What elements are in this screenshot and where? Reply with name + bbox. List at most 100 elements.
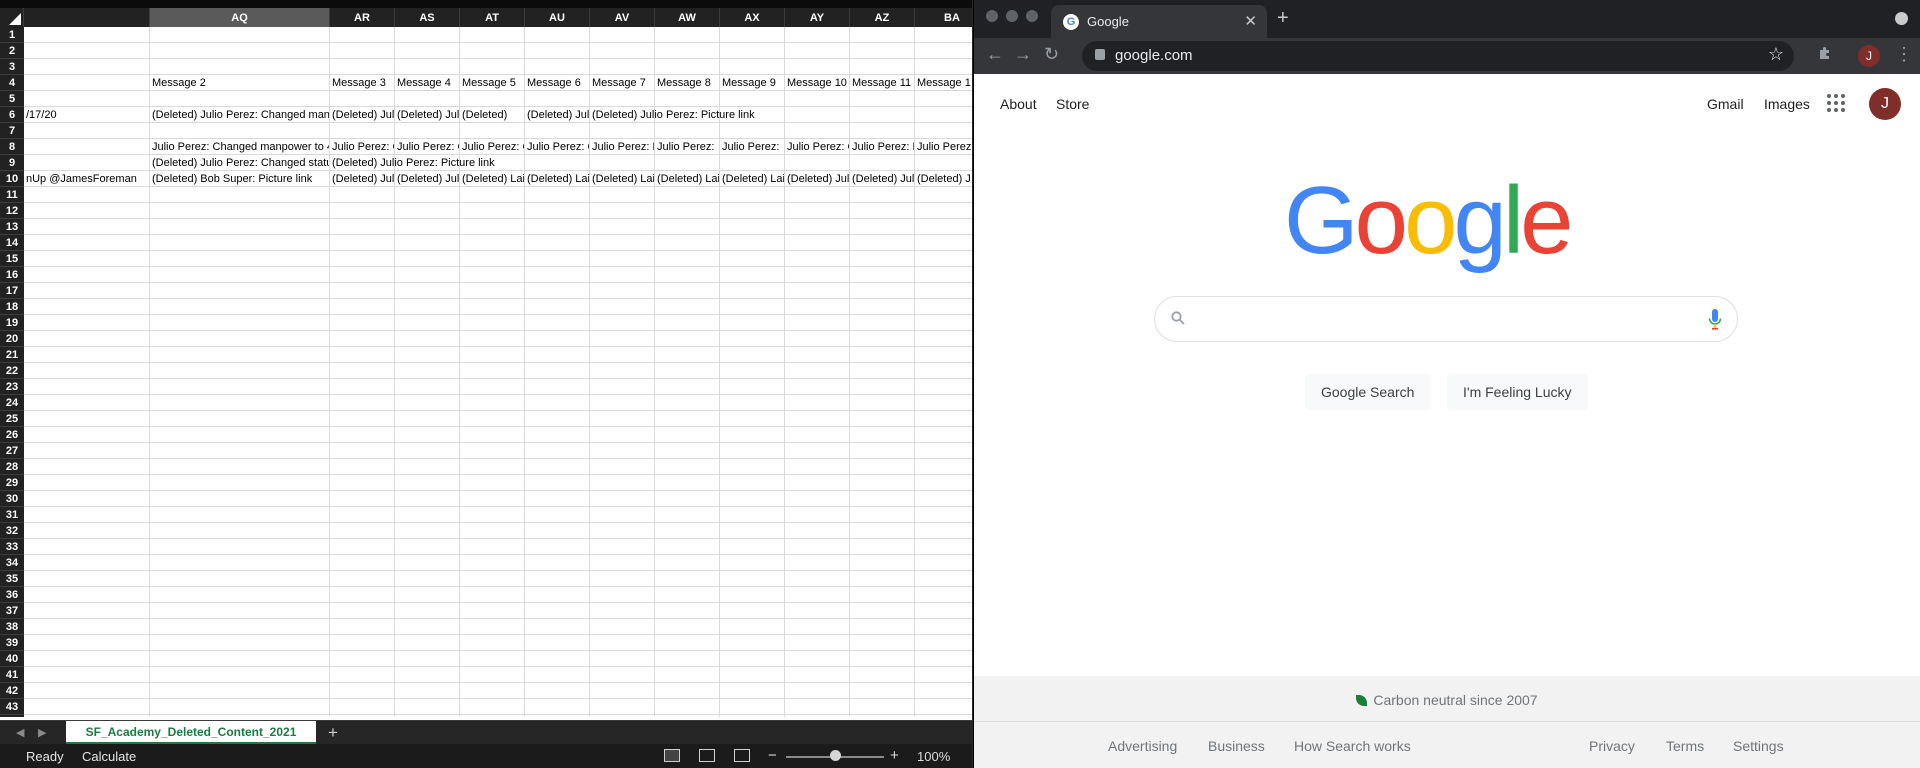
row-header[interactable]: 5 bbox=[0, 91, 24, 107]
footer-link-how-search-works[interactable]: How Search works bbox=[1294, 738, 1411, 754]
new-tab-button[interactable]: + bbox=[1277, 7, 1289, 30]
bookmark-star-icon[interactable]: ☆ bbox=[1768, 44, 1784, 65]
zoom-in-button[interactable]: + bbox=[890, 747, 899, 764]
prev-sheet-icon[interactable]: ◀ bbox=[16, 726, 24, 739]
table-cell[interactable]: (Deleted) Jul bbox=[330, 107, 394, 123]
table-cell[interactable]: Message 11 bbox=[850, 75, 914, 91]
table-cell[interactable]: (Deleted) Julio Perez: Picture link bbox=[330, 155, 972, 171]
row-header[interactable]: 7 bbox=[0, 123, 24, 139]
address-bar[interactable]: google.com ☆ bbox=[1082, 41, 1794, 71]
row-header[interactable]: 11 bbox=[0, 187, 24, 203]
google-search-button[interactable]: Google Search bbox=[1305, 374, 1431, 410]
table-cell[interactable]: /17/20 bbox=[24, 107, 149, 123]
column-header[interactable]: AT bbox=[460, 8, 525, 27]
table-cell[interactable]: (Deleted) J bbox=[915, 171, 972, 187]
table-cell[interactable]: Message 6 bbox=[525, 75, 589, 91]
forward-icon[interactable]: → bbox=[1014, 44, 1032, 65]
images-link[interactable]: Images bbox=[1764, 96, 1810, 112]
table-cell[interactable]: Julio Perez: F bbox=[850, 139, 914, 155]
column-header[interactable] bbox=[24, 8, 150, 27]
back-icon[interactable]: ← bbox=[986, 44, 1004, 65]
row-header[interactable]: 39 bbox=[0, 635, 24, 651]
footer-link-privacy[interactable]: Privacy bbox=[1589, 738, 1635, 754]
table-cell[interactable]: Message 4 bbox=[395, 75, 459, 91]
google-apps-icon[interactable] bbox=[1827, 94, 1845, 112]
table-cell[interactable]: (Deleted) Julio Perez: Picture link bbox=[590, 107, 972, 123]
row-header[interactable]: 18 bbox=[0, 299, 24, 315]
table-cell[interactable]: Message 7 bbox=[590, 75, 654, 91]
row-header[interactable]: 42 bbox=[0, 683, 24, 699]
column-header[interactable]: AX bbox=[720, 8, 785, 27]
tab-close-icon[interactable]: ✕ bbox=[1244, 12, 1257, 30]
table-cell[interactable]: (Deleted) Jul bbox=[525, 107, 589, 123]
row-header[interactable]: 28 bbox=[0, 459, 24, 475]
store-link[interactable]: Store bbox=[1056, 96, 1089, 112]
footer-link-business[interactable]: Business bbox=[1208, 738, 1265, 754]
zoom-slider-thumb[interactable] bbox=[829, 750, 841, 761]
table-cell[interactable]: Julio Perez: bbox=[655, 139, 719, 155]
gmail-link[interactable]: Gmail bbox=[1707, 96, 1744, 112]
about-link[interactable]: About bbox=[1000, 96, 1037, 112]
table-cell[interactable]: Message 3 bbox=[330, 75, 394, 91]
table-cell[interactable]: Message 5 bbox=[460, 75, 524, 91]
row-header[interactable]: 31 bbox=[0, 507, 24, 523]
row-header[interactable]: 8 bbox=[0, 139, 24, 155]
row-header[interactable]: 17 bbox=[0, 283, 24, 299]
row-header[interactable]: 19 bbox=[0, 315, 24, 331]
table-cell[interactable]: Julio Perez: C bbox=[395, 139, 459, 155]
table-cell[interactable]: Julio Perez: C bbox=[460, 139, 524, 155]
row-header[interactable]: 27 bbox=[0, 443, 24, 459]
row-header[interactable]: 14 bbox=[0, 235, 24, 251]
select-all-corner[interactable] bbox=[0, 8, 24, 27]
normal-view-icon[interactable] bbox=[664, 749, 680, 762]
tab-google[interactable]: G Google ✕ bbox=[1051, 5, 1267, 38]
row-header[interactable]: 2 bbox=[0, 43, 24, 59]
table-cell[interactable]: Julio Perez: bbox=[720, 139, 784, 155]
table-cell[interactable]: Message 9 bbox=[720, 75, 784, 91]
row-header[interactable]: 10 bbox=[0, 171, 24, 187]
row-header[interactable]: 23 bbox=[0, 379, 24, 395]
table-cell[interactable]: (Deleted) bbox=[460, 107, 524, 123]
table-cell[interactable]: (Deleted) Jul bbox=[330, 171, 394, 187]
row-header[interactable]: 29 bbox=[0, 475, 24, 491]
table-cell[interactable]: (Deleted) Lai bbox=[720, 171, 784, 187]
table-cell[interactable]: (Deleted) Lai bbox=[590, 171, 654, 187]
column-header[interactable]: AV bbox=[590, 8, 655, 27]
sheet-tab-active[interactable]: SF_Academy_Deleted_Content_2021 bbox=[66, 721, 316, 744]
table-cell[interactable]: (Deleted) Lai bbox=[460, 171, 524, 187]
row-header[interactable]: 24 bbox=[0, 395, 24, 411]
row-header[interactable]: 13 bbox=[0, 219, 24, 235]
row-header[interactable]: 3 bbox=[0, 59, 24, 75]
column-header[interactable]: AW bbox=[655, 8, 720, 27]
table-cell[interactable]: Julio Perez: bbox=[915, 139, 972, 155]
feeling-lucky-button[interactable]: I'm Feeling Lucky bbox=[1447, 374, 1588, 410]
row-header[interactable]: 12 bbox=[0, 203, 24, 219]
table-cell[interactable]: (Deleted) Jul bbox=[850, 171, 914, 187]
row-header[interactable]: 35 bbox=[0, 571, 24, 587]
profile-avatar-small[interactable]: J bbox=[1858, 45, 1880, 67]
column-header[interactable]: AQ bbox=[150, 8, 330, 27]
table-cell[interactable]: (Deleted) Jul bbox=[395, 171, 459, 187]
add-sheet-button[interactable]: + bbox=[328, 723, 338, 743]
status-calculate[interactable]: Calculate bbox=[82, 749, 136, 764]
row-header[interactable]: 43 bbox=[0, 699, 24, 715]
table-cell[interactable]: Message 2 bbox=[150, 75, 329, 91]
table-cell[interactable]: (Deleted) Bob Super: Picture link bbox=[150, 171, 329, 187]
row-header[interactable]: 41 bbox=[0, 667, 24, 683]
page-layout-view-icon[interactable] bbox=[699, 749, 715, 762]
table-cell[interactable]: (Deleted) Julio Perez: Changed statu bbox=[150, 155, 329, 171]
row-header[interactable]: 30 bbox=[0, 491, 24, 507]
search-box[interactable] bbox=[1154, 296, 1738, 342]
browser-menu-icon[interactable]: ⋮ bbox=[1895, 44, 1913, 65]
table-cell[interactable]: (Deleted) Jul bbox=[395, 107, 459, 123]
row-header[interactable]: 21 bbox=[0, 347, 24, 363]
row-header[interactable]: 26 bbox=[0, 427, 24, 443]
footer-link-advertising[interactable]: Advertising bbox=[1108, 738, 1177, 754]
table-cell[interactable]: Julio Perez: F bbox=[590, 139, 654, 155]
row-header[interactable]: 34 bbox=[0, 555, 24, 571]
url-text[interactable]: google.com bbox=[1115, 47, 1193, 64]
table-cell[interactable]: Message 1 bbox=[915, 75, 972, 91]
row-header[interactable]: 22 bbox=[0, 363, 24, 379]
table-cell[interactable]: Julio Perez: C bbox=[785, 139, 849, 155]
tab-search-icon[interactable] bbox=[1895, 12, 1908, 25]
